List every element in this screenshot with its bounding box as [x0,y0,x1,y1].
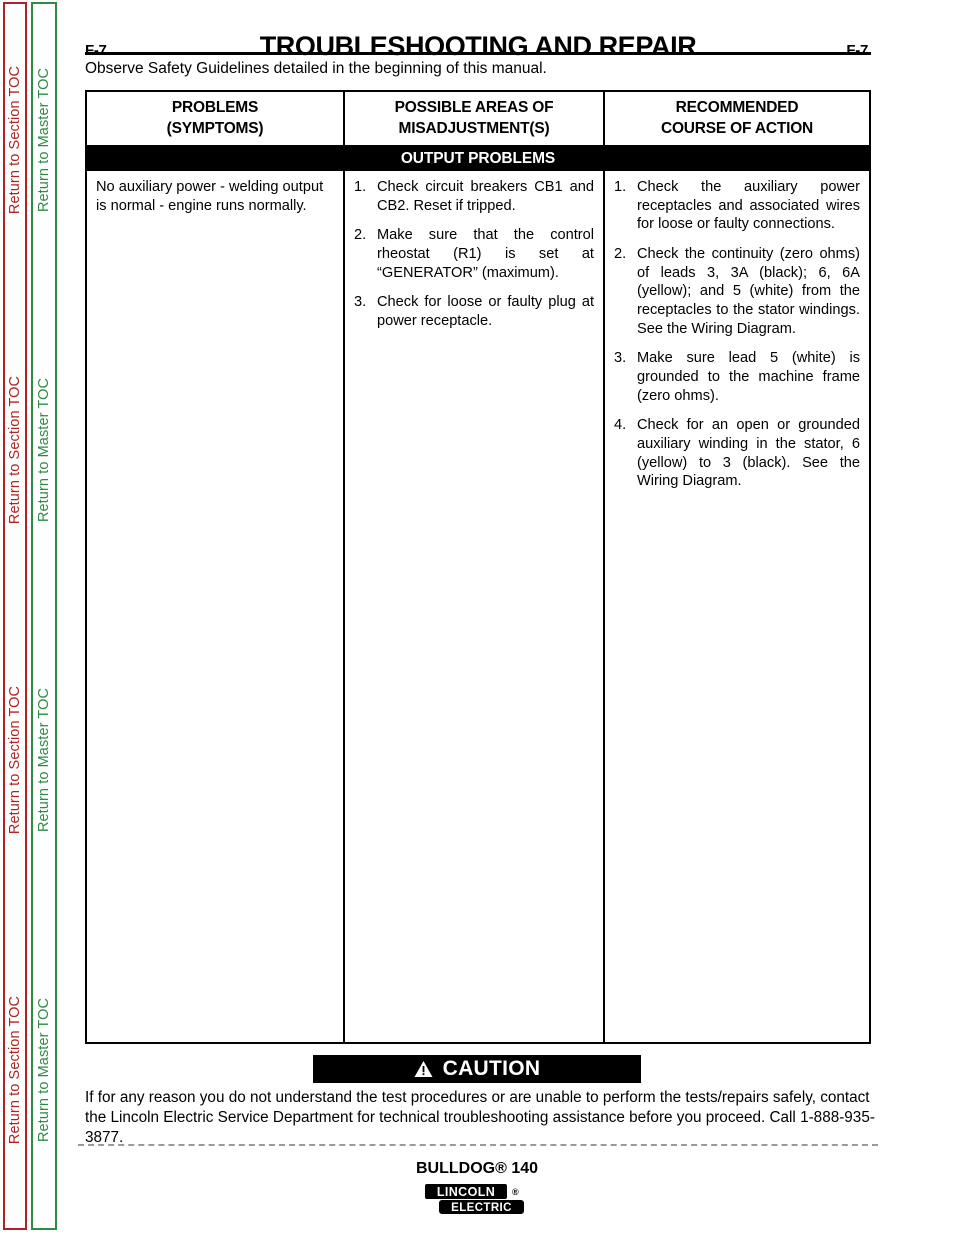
page-number-right: F-7 [846,42,868,59]
master-toc-label-group: Return to Master TOC Return to Master TO… [33,4,55,1228]
symptom-text: No auxiliary power - welding output is n… [96,179,324,214]
list-item-number: 2. [614,246,627,263]
sidebar-item-section-toc[interactable]: Return to Section TOC [7,376,23,524]
column-header-recommended-action: RECOMMENDED COURSE OF ACTION [605,92,869,145]
list-item-text: Check circuit breakers CB1 and CB2. Rese… [377,179,594,214]
column-header-line: (SYMPTOMS) [166,119,264,137]
column-header-misadjustments: POSSIBLE AREAS OF MISADJUSTMENT(S) [345,92,605,145]
warning-triangle-icon [414,1060,433,1078]
toc-sidebar: Return to Section TOC Return to Section … [0,0,60,1235]
list-item-number: 2. [354,227,367,244]
header-divider [85,52,871,55]
return-to-master-toc-strip[interactable]: Return to Master TOC Return to Master TO… [31,2,57,1230]
list-item-text: Make sure lead 5 (white) is grounded to … [637,350,860,404]
list-item: 1. Check circuit breakers CB1 and CB2. R… [354,178,594,215]
list-item: 2. Make sure that the control rheostat (… [354,226,594,282]
footer-divider [78,1144,878,1146]
sidebar-item-section-toc[interactable]: Return to Section TOC [7,996,23,1144]
section-toc-label-group: Return to Section TOC Return to Section … [5,4,25,1228]
caution-banner: CAUTION [313,1055,641,1083]
list-item-text: Check the auxiliary power receptacles an… [637,179,860,233]
column-header-line: MISADJUSTMENT(S) [398,119,550,137]
list-item-text: Make sure that the control rheostat (R1)… [377,227,594,281]
list-item: 4. Check for an open or grounded auxilia… [614,416,860,491]
list-item: 3. Check for loose or faulty plug at pow… [354,293,594,330]
lincoln-electric-logo: LINCOLN ® ELECTRIC [425,1184,529,1214]
page-title: TROUBLESHOOTING AND REPAIR [259,31,697,61]
list-item: 1. Check the auxiliary power receptacles… [614,178,860,234]
caution-label: CAUTION [442,1057,541,1080]
column-header-line: COURSE OF ACTION [660,119,814,137]
list-item-text: Check for loose or faulty plug at power … [377,294,594,330]
logo-electric-text: ELECTRIC [439,1200,524,1214]
section-band-output-problems: OUTPUT PROBLEMS [87,147,869,171]
list-item-number: 3. [614,350,627,367]
table-row: No auxiliary power - welding output is n… [87,171,869,1042]
list-item: 3. Make sure lead 5 (white) is grounded … [614,349,860,405]
return-to-section-toc-strip[interactable]: Return to Section TOC Return to Section … [3,2,27,1230]
sidebar-item-master-toc[interactable]: Return to Master TOC [36,688,52,832]
column-header-problems: PROBLEMS (SYMPTOMS) [87,92,345,145]
sidebar-item-section-toc[interactable]: Return to Section TOC [7,66,23,214]
logo-lincoln-text: LINCOLN ® [425,1184,519,1199]
registered-mark-icon: ® [512,1187,520,1197]
product-name: BULLDOG® 140 [415,1160,539,1177]
column-header-line: RECOMMENDED [675,99,799,117]
column-header-line: PROBLEMS [171,99,259,117]
caution-body-text: If for any reason you do not understand … [85,1089,875,1147]
list-item-number: 3. [354,294,367,311]
list-item-number: 1. [614,179,627,195]
sidebar-item-master-toc[interactable]: Return to Master TOC [36,998,52,1142]
table-header-row: PROBLEMS (SYMPTOMS) POSSIBLE AREAS OF MI… [87,92,869,147]
safety-guidelines-note: Observe Safety Guidelines detailed in th… [85,60,547,77]
column-header-line: POSSIBLE AREAS OF [394,99,554,117]
list-item: 2. Check the continuity (zero ohms) of l… [614,245,860,338]
misadjustment-list: 1. Check circuit breakers CB1 and CB2. R… [354,178,594,331]
cell-recommended-actions: 1. Check the auxiliary power receptacles… [605,171,869,1042]
sidebar-item-master-toc[interactable]: Return to Master TOC [36,68,52,212]
list-item-text: Check the continuity (zero ohms) of lead… [637,246,860,337]
troubleshooting-table: PROBLEMS (SYMPTOMS) POSSIBLE AREAS OF MI… [85,90,871,1044]
list-item-number: 1. [354,179,367,195]
sidebar-item-section-toc[interactable]: Return to Section TOC [7,686,23,834]
logo-lincoln-label: LINCOLN [436,1185,496,1199]
action-list: 1. Check the auxiliary power receptacles… [614,178,860,491]
cell-misadjustments: 1. Check circuit breakers CB1 and CB2. R… [345,171,605,1042]
list-item-text: Check for an open or grounded auxiliary … [637,417,860,490]
sidebar-item-master-toc[interactable]: Return to Master TOC [36,378,52,522]
list-item-number: 4. [614,417,627,434]
cell-symptom: No auxiliary power - welding output is n… [87,171,345,1042]
